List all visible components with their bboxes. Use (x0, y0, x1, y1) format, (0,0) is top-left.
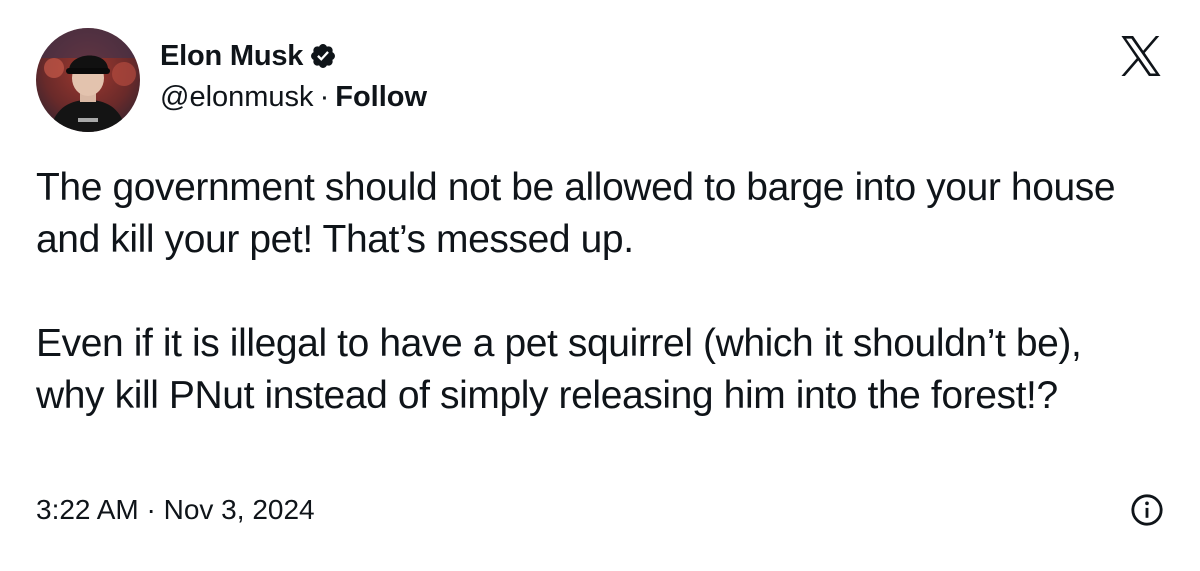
author-handle[interactable]: @elonmusk (160, 78, 314, 116)
tweet-text: The government should not be allowed to … (36, 162, 1156, 422)
handle-row: @elonmusk · Follow (160, 78, 427, 116)
author-identity: Elon Musk @elonmusk · Follow (160, 38, 427, 116)
name-row: Elon Musk (160, 38, 427, 74)
separator-dot: · (319, 81, 330, 113)
tweet-header: Elon Musk @elonmusk · Follow (36, 28, 427, 132)
tweet-paragraph-1: The government should not be allowed to … (36, 166, 1116, 261)
tweet-card: Elon Musk @elonmusk · Follow The governm… (0, 0, 1200, 571)
tweet-timestamp[interactable]: 3:22 AM · Nov 3, 2024 (36, 492, 315, 528)
info-icon[interactable] (1130, 493, 1164, 527)
tweet-footer: 3:22 AM · Nov 3, 2024 (36, 492, 1164, 528)
tweet-paragraph-2: Even if it is illegal to have a pet squi… (36, 322, 1082, 417)
follow-button[interactable]: Follow (335, 78, 427, 116)
avatar[interactable] (36, 28, 140, 132)
x-logo-icon[interactable] (1118, 36, 1164, 76)
avatar-image (36, 28, 140, 132)
author-display-name[interactable]: Elon Musk (160, 38, 303, 74)
verified-badge-icon (309, 42, 337, 70)
